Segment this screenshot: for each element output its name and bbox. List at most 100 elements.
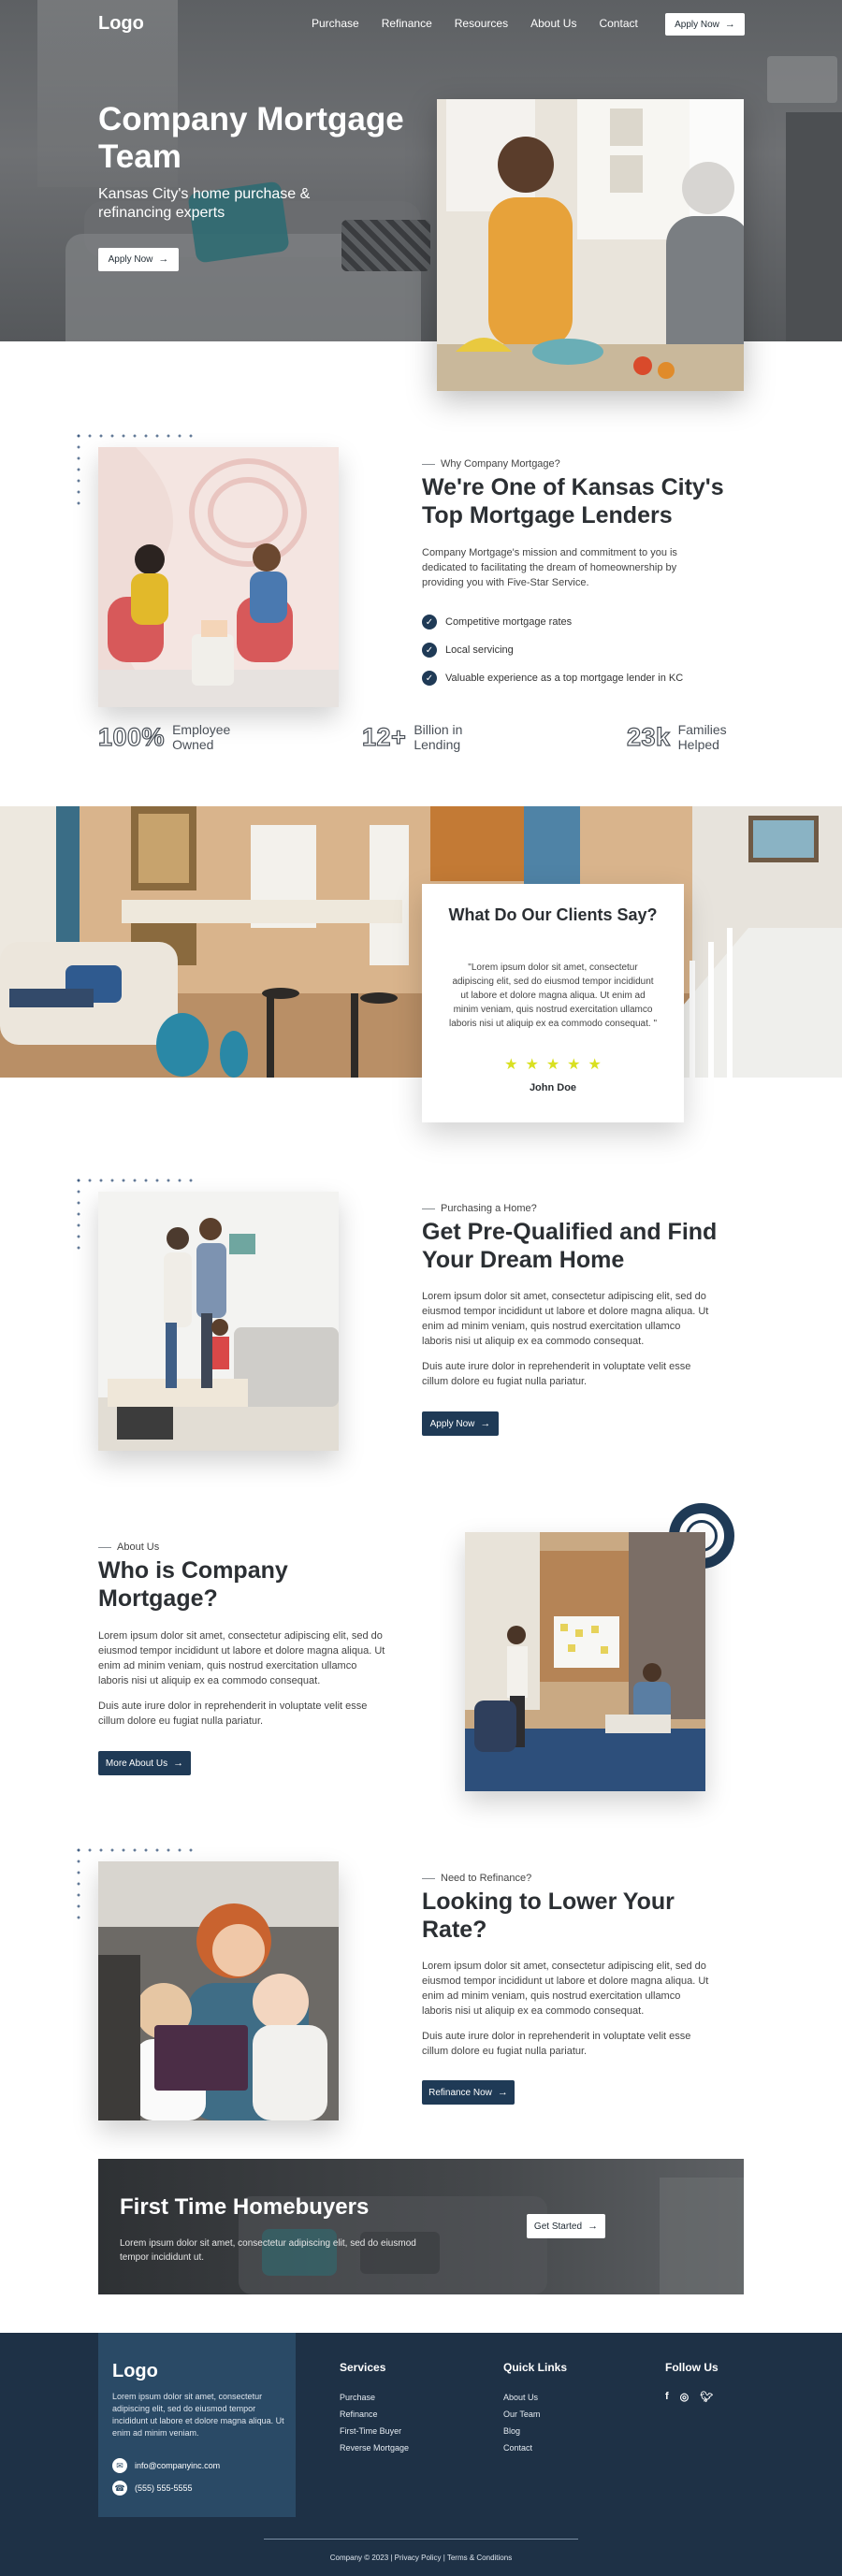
check-icon: ✓: [422, 615, 437, 630]
hero-photo-couple-kitchen: [437, 99, 744, 391]
check-icon: ✓: [422, 671, 437, 686]
top-nav: Logo Purchase Refinance Resources About …: [0, 0, 842, 49]
stat-employee-owned: 100% Employee Owned: [97, 722, 238, 752]
footer-copyright: Company © 2023 | Privacy Policy | Terms …: [329, 2554, 513, 2562]
stat-families-helped: 23k Families Helped: [626, 722, 744, 752]
arrow-right-icon: →: [588, 2220, 599, 2232]
nav-link-refinance[interactable]: Refinance: [382, 17, 432, 30]
check-icon: ✓: [422, 643, 437, 658]
stat-value: 100%: [97, 722, 166, 751]
prequal-text-2: Duis aute irure dolor in reprehenderit i…: [422, 1361, 691, 1387]
nav-link-resources[interactable]: Resources: [455, 17, 508, 30]
facebook-icon[interactable]: f: [665, 2391, 669, 2403]
footer-link-refinance[interactable]: Refinance: [340, 2406, 409, 2423]
testimonial-card: What Do Our Clients Say? "Lorem ipsum do…: [422, 884, 684, 1122]
footer-link-contact[interactable]: Contact: [503, 2439, 540, 2456]
arrow-right-icon: →: [724, 18, 735, 30]
phone-icon: ☎: [112, 2481, 127, 2496]
check-item: ✓ Competitive mortgage rates: [422, 608, 721, 636]
decorative-dots: [73, 1845, 193, 1858]
get-started-button[interactable]: Get Started →: [527, 2214, 605, 2238]
star-icon: ★: [545, 1057, 560, 1073]
star-icon: ★: [504, 1057, 518, 1073]
twitter-icon[interactable]: 🐦︎: [700, 2391, 713, 2403]
prequal-apply-button[interactable]: Apply Now →: [422, 1411, 499, 1436]
arrow-right-icon: →: [173, 1757, 184, 1769]
about-title: Who is Company Mortgage?: [98, 1557, 288, 1612]
first-time-banner: First Time Homebuyers Lorem ipsum dolor …: [98, 2159, 744, 2294]
testimonial-author: John Doe: [529, 1082, 577, 1093]
footer-link-blog[interactable]: Blog: [503, 2423, 540, 2439]
decorative-dots: [73, 430, 86, 513]
footer-email[interactable]: ✉ info@companyinc.com: [112, 2458, 220, 2473]
instagram-icon[interactable]: ◎: [680, 2391, 690, 2403]
check-label: Valuable experience as a top mortgage le…: [445, 673, 684, 684]
about-text-1: Lorem ipsum dolor sit amet, consectetur …: [98, 1630, 385, 1686]
arrow-right-icon: →: [497, 2086, 508, 2098]
footer-phone[interactable]: ☎ (555) 555-5555: [112, 2481, 193, 2496]
footer-services-list: Purchase Refinance First-Time Buyer Reve…: [340, 2389, 409, 2456]
testimonial-title: What Do Our Clients Say?: [448, 905, 658, 924]
rating-stars: ★ ★ ★ ★ ★: [422, 1055, 684, 1074]
footer-email-text: info@companyinc.com: [135, 2461, 221, 2470]
logo[interactable]: Logo: [98, 13, 144, 35]
stat-value: 12+: [361, 722, 407, 751]
stat-label: Families Helped: [677, 722, 727, 752]
hero-apply-button[interactable]: Apply Now →: [98, 248, 179, 271]
refinance-eyebrow: Need to Refinance?: [422, 1873, 531, 1884]
feature-check-list: ✓ Competitive mortgage rates ✓ Local ser…: [422, 608, 721, 692]
footer-logo[interactable]: Logo: [112, 2361, 158, 2382]
hero-title: Company Mortgage Team: [98, 101, 404, 175]
nav-apply-label: Apply Now: [675, 19, 719, 30]
refinance-text-1: Lorem ipsum dolor sit amet, consectetur …: [422, 1961, 709, 2017]
footer-quick-links-title: Quick Links: [503, 2361, 568, 2374]
footer-link-first-time-buyer[interactable]: First-Time Buyer: [340, 2423, 409, 2439]
more-about-button[interactable]: More About Us →: [98, 1751, 191, 1775]
more-about-label: More About Us: [105, 1758, 168, 1769]
arrow-right-icon: →: [158, 253, 169, 265]
about-eyebrow: About Us: [98, 1541, 159, 1553]
refinance-text-2: Duis aute irure dolor in reprehenderit i…: [422, 2031, 691, 2057]
footer: Logo Lorem ipsum dolor sit amet, consect…: [0, 2333, 842, 2576]
prequal-apply-label: Apply Now: [429, 1418, 475, 1429]
photo-family-moving: [98, 1192, 339, 1451]
hero-apply-label: Apply Now: [108, 254, 153, 265]
stat-label: Employee Owned: [172, 722, 231, 752]
decorative-dots: [73, 1175, 193, 1188]
prequal-eyebrow: Purchasing a Home?: [422, 1203, 537, 1214]
footer-follow-title: Follow Us: [665, 2361, 719, 2374]
photo-mother-children: [98, 1861, 339, 2120]
refinance-title: Looking to Lower Your Rate?: [422, 1889, 675, 1943]
footer-link-purchase[interactable]: Purchase: [340, 2389, 409, 2406]
refinance-now-label: Refinance Now: [428, 2087, 492, 2098]
why-text: Company Mortgage's mission and commitmen…: [422, 547, 677, 588]
why-title: We're One of Kansas City's Top Mortgage …: [422, 474, 724, 528]
banner-background-image: [239, 2178, 744, 2294]
stat-value: 23k: [626, 722, 671, 751]
footer-link-our-team[interactable]: Our Team: [503, 2406, 540, 2423]
nav-link-purchase[interactable]: Purchase: [312, 17, 359, 30]
nav-link-contact[interactable]: Contact: [599, 17, 637, 30]
nav-link-about[interactable]: About Us: [530, 17, 576, 30]
about-text-2: Duis aute irure dolor in reprehenderit i…: [98, 1700, 368, 1727]
star-icon: ★: [525, 1057, 539, 1073]
arrow-right-icon: →: [480, 1417, 491, 1429]
nav-apply-button[interactable]: Apply Now →: [665, 13, 745, 36]
hero-subtitle: Kansas City's home purchase & refinancin…: [98, 186, 311, 221]
stat-billion-lending: 12+ Billion in Lending: [361, 722, 479, 752]
photo-team-meeting: [465, 1532, 705, 1791]
decorative-dots: [73, 430, 193, 443]
first-time-text: Lorem ipsum dolor sit amet, consectetur …: [120, 2238, 416, 2263]
check-item: ✓ Local servicing: [422, 636, 721, 664]
footer-phone-text: (555) 555-5555: [135, 2483, 193, 2493]
footer-link-reverse-mortgage[interactable]: Reverse Mortgage: [340, 2439, 409, 2456]
why-eyebrow: Why Company Mortgage?: [422, 458, 560, 470]
decorative-dots: [73, 1845, 86, 1925]
footer-quick-links-list: About Us Our Team Blog Contact: [503, 2389, 540, 2456]
footer-divider: [264, 2539, 578, 2540]
prequal-text-1: Lorem ipsum dolor sit amet, consectetur …: [422, 1291, 709, 1347]
footer-link-about-us[interactable]: About Us: [503, 2389, 540, 2406]
first-time-title: First Time Homebuyers: [120, 2194, 370, 2220]
refinance-now-button[interactable]: Refinance Now →: [422, 2080, 515, 2105]
testimonial-quote: "Lorem ipsum dolor sit amet, consectetur…: [448, 962, 657, 1029]
